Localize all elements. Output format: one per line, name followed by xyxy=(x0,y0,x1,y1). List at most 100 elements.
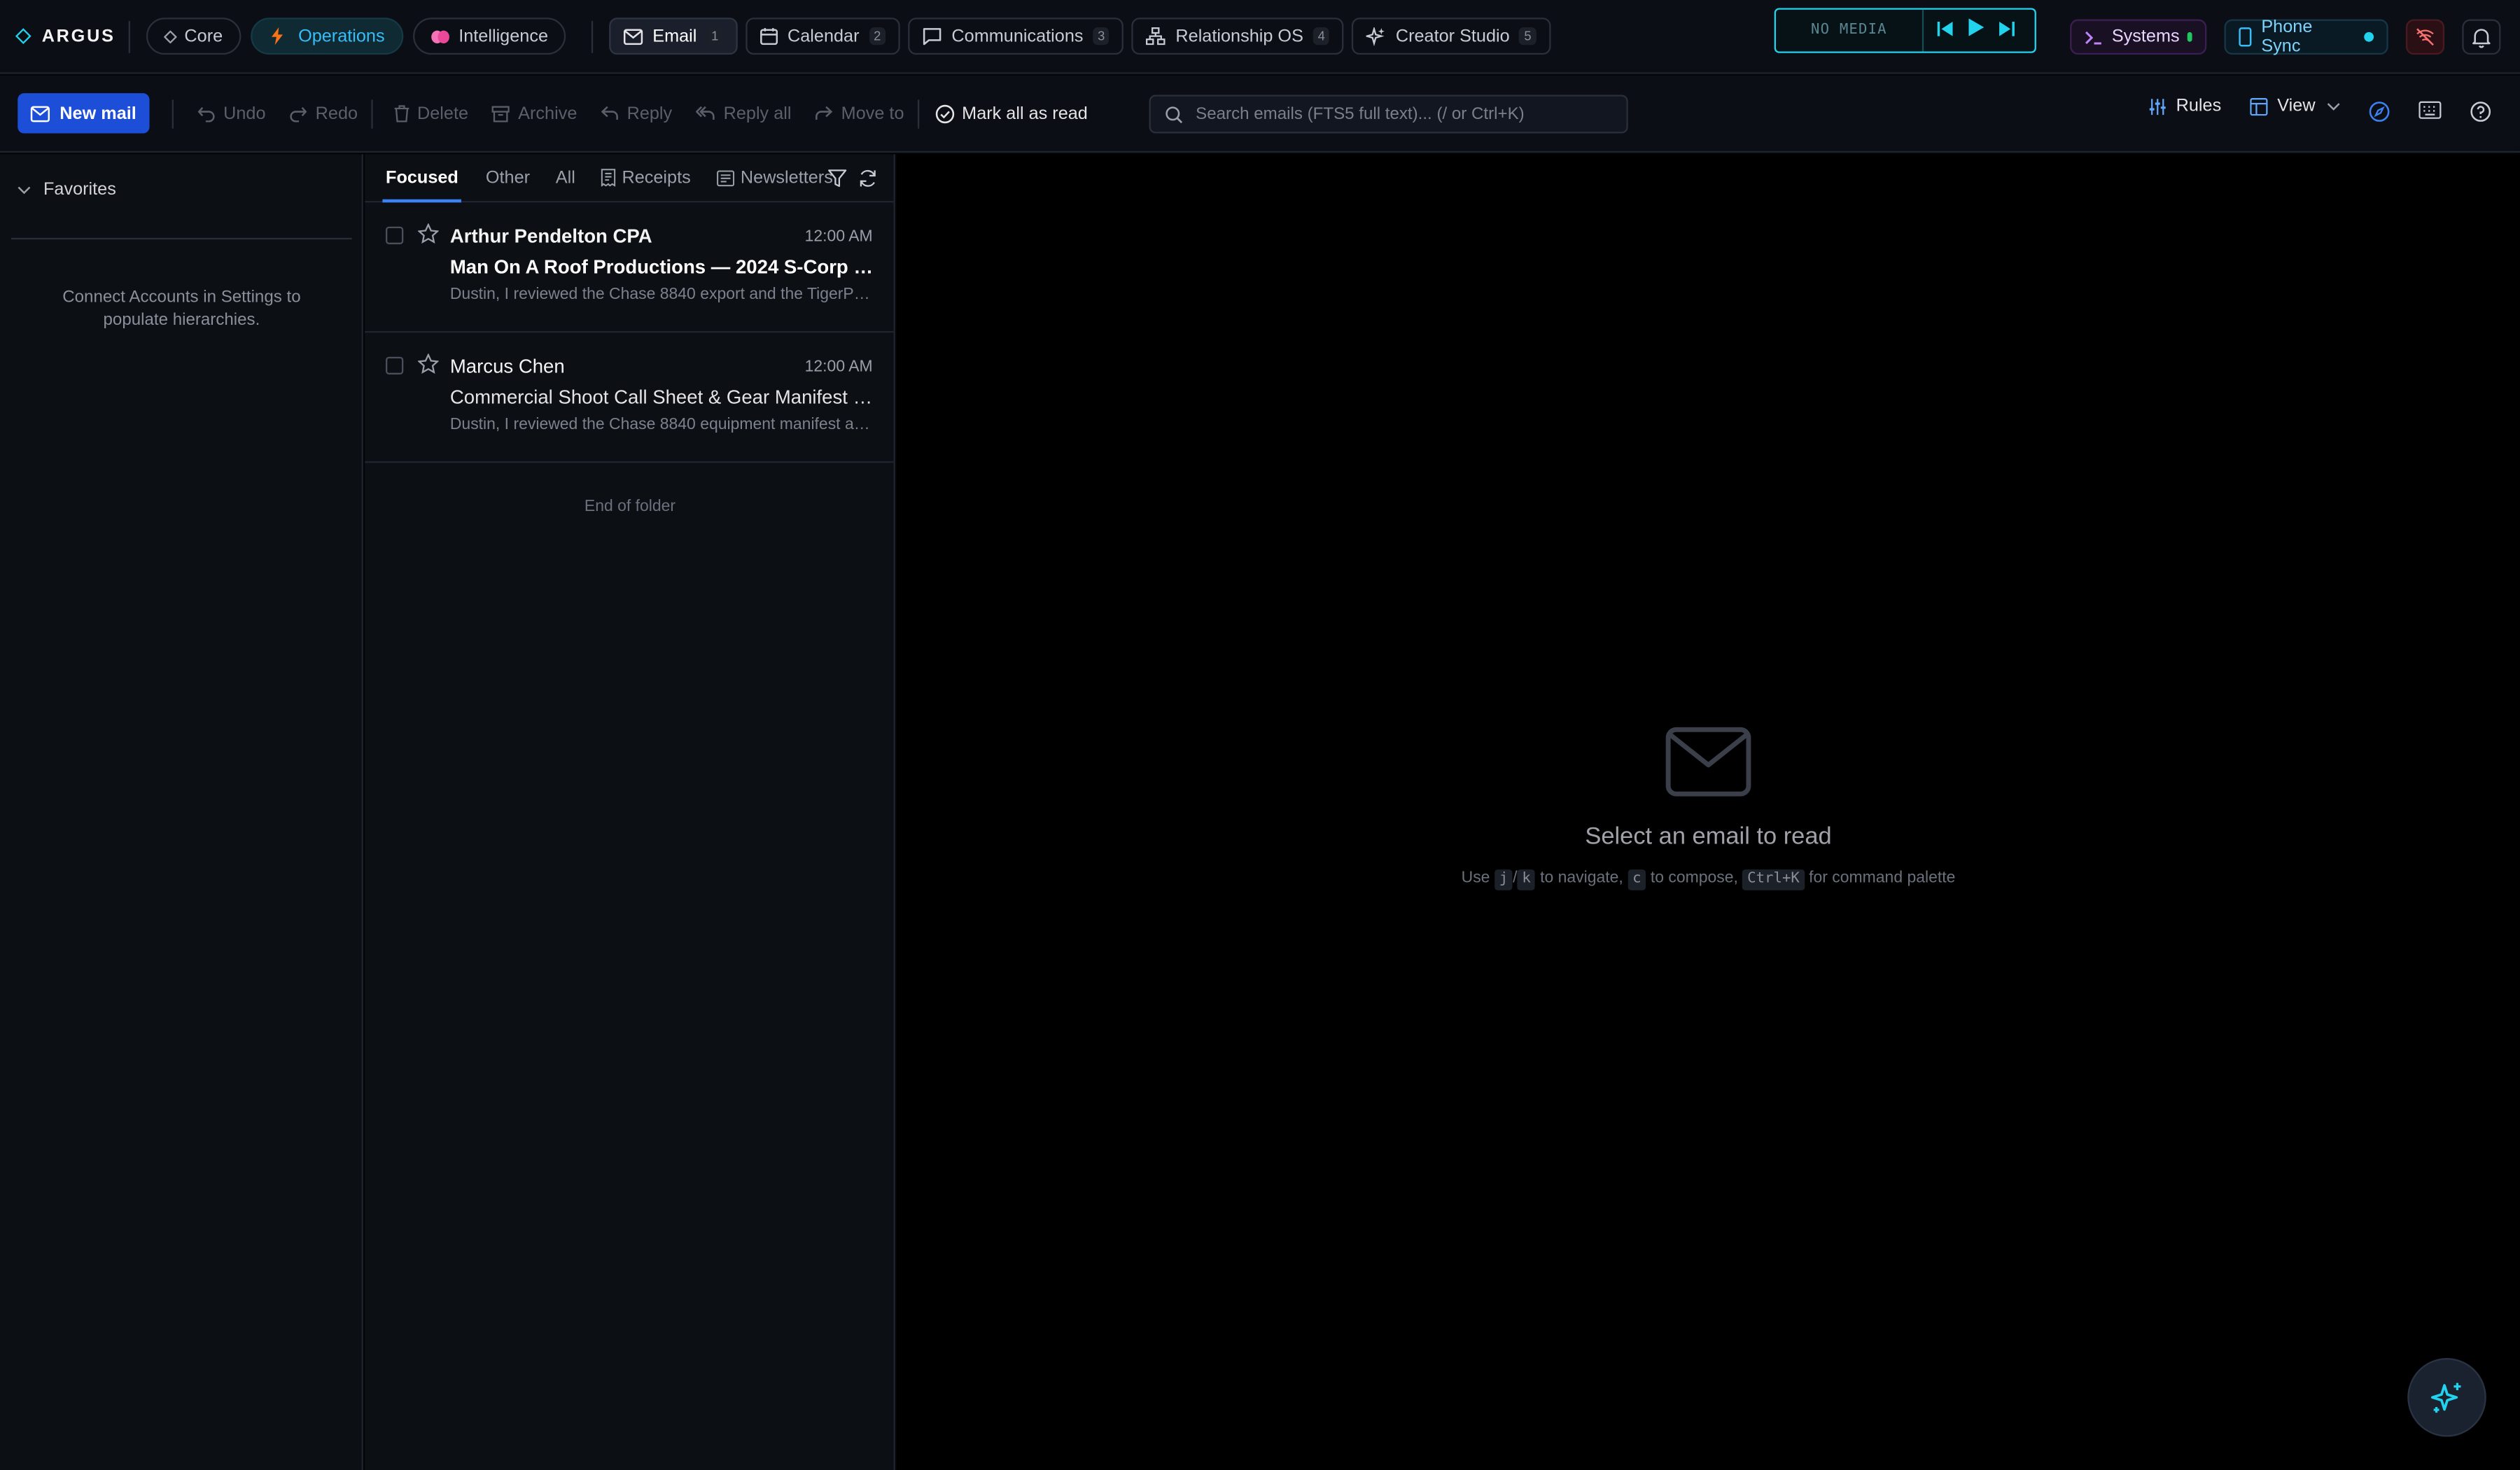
folder-sidebar: Favorites Connect Accounts in Settings t… xyxy=(0,154,363,1470)
camera-off-button[interactable] xyxy=(2405,19,2445,55)
end-of-folder-label: End of folder xyxy=(584,498,676,516)
app-root: ARGUS Core Operations Intelligence Email… xyxy=(0,0,2520,1470)
filter-funnel-icon[interactable] xyxy=(827,169,847,188)
email-time: 12:00 AM xyxy=(804,358,873,377)
divider xyxy=(11,237,352,240)
move-to-button[interactable]: Move to xyxy=(816,104,904,123)
undo-button[interactable]: Undo xyxy=(197,104,266,123)
email-row[interactable]: Arthur Pendelton CPA 12:00 AM Man On A R… xyxy=(365,202,894,333)
key-c: c xyxy=(1628,869,1646,890)
notifications-button[interactable] xyxy=(2462,19,2501,55)
search-bar[interactable]: Search emails (FTS5 full text)... (/ or … xyxy=(1149,94,1628,134)
move-to-label: Move to xyxy=(841,104,904,123)
undo-icon xyxy=(197,105,215,122)
filter-tabs: Focused Other All Receipts Newsletters xyxy=(365,153,894,203)
tab-shortcut: 3 xyxy=(1093,27,1110,46)
filter-focused[interactable]: Focused xyxy=(373,153,472,202)
camera-off-icon xyxy=(2416,27,2435,47)
calendar-icon xyxy=(760,27,778,46)
workspace-intelligence[interactable]: Intelligence xyxy=(413,18,566,55)
network-icon xyxy=(1147,27,1166,46)
workspace-label: Operations xyxy=(298,26,385,46)
hint-text: to compose, xyxy=(1650,869,1738,888)
compass-icon xyxy=(2369,102,2390,122)
compass-button[interactable] xyxy=(2369,102,2390,122)
tab-label: Calendar xyxy=(788,26,860,46)
previous-track-icon[interactable] xyxy=(1937,16,1954,45)
chevron-down-icon xyxy=(18,186,31,194)
filter-other[interactable]: Other xyxy=(473,153,543,202)
rules-button[interactable]: Rules xyxy=(2149,97,2221,115)
tab-calendar[interactable]: Calendar 2 xyxy=(746,18,900,55)
workspace-core[interactable]: Core xyxy=(146,18,241,55)
phone-sync-button[interactable]: Phone Sync xyxy=(2224,18,2388,57)
redo-button[interactable]: Redo xyxy=(290,104,358,123)
tab-communications[interactable]: Communications 3 xyxy=(908,18,1124,55)
app-logo[interactable]: ARGUS xyxy=(15,20,130,52)
archive-button[interactable]: Archive xyxy=(492,104,577,123)
keyboard-shortcuts-button[interactable] xyxy=(2418,101,2442,119)
help-button[interactable] xyxy=(2470,102,2491,122)
tab-relationship-os[interactable]: Relationship OS 4 xyxy=(1132,18,1345,55)
filter-newsletters[interactable]: Newsletters xyxy=(704,153,846,202)
diamond-icon xyxy=(163,29,176,43)
divider xyxy=(916,99,919,128)
email-preview: Dustin, I reviewed the Chase 8840 equipm… xyxy=(449,416,874,434)
sliders-icon xyxy=(2149,97,2166,115)
app-name: ARGUS xyxy=(41,26,115,46)
email-row[interactable]: Marcus Chen 12:00 AM Commercial Shoot Ca… xyxy=(365,332,894,463)
lightning-icon xyxy=(270,27,284,46)
tab-label: Creator Studio xyxy=(1395,26,1510,46)
delete-button[interactable]: Delete xyxy=(393,104,468,123)
mail-icon xyxy=(31,105,50,122)
email-time: 12:00 AM xyxy=(804,228,873,246)
new-mail-button[interactable]: New mail xyxy=(18,93,150,134)
sparkles-icon xyxy=(1366,26,1387,46)
reply-all-button[interactable]: Reply all xyxy=(696,104,792,123)
chevron-down-icon xyxy=(2326,102,2339,110)
favorites-section-toggle[interactable]: Favorites xyxy=(18,180,116,200)
divider xyxy=(172,99,174,128)
favorites-label: Favorites xyxy=(43,180,116,200)
sparkles-icon xyxy=(2429,1380,2465,1415)
envelope-icon xyxy=(897,727,2520,797)
reply-icon xyxy=(601,106,619,121)
star-icon[interactable] xyxy=(417,223,440,252)
play-icon[interactable] xyxy=(1967,16,1984,45)
media-player: NO MEDIA xyxy=(1774,8,2036,53)
systems-label: Systems xyxy=(2111,27,2180,47)
key-j: j xyxy=(1494,869,1513,890)
new-mail-label: New mail xyxy=(59,104,136,123)
star-icon[interactable] xyxy=(417,353,440,382)
view-button[interactable]: View xyxy=(2250,97,2339,115)
select-checkbox[interactable] xyxy=(386,226,404,244)
systems-button[interactable]: Systems xyxy=(2070,19,2207,55)
trash-icon xyxy=(393,104,410,122)
redo-icon xyxy=(290,105,308,122)
argus-logo-icon xyxy=(15,28,31,45)
reply-all-label: Reply all xyxy=(723,104,792,123)
newspaper-icon xyxy=(716,169,734,186)
tab-label: Communications xyxy=(951,26,1084,46)
tab-shortcut: 5 xyxy=(1519,27,1536,46)
ai-assistant-button[interactable] xyxy=(2407,1358,2486,1437)
keyboard-hint: Use j / k to navigate, c to compose, Ctrl+… xyxy=(897,869,2520,890)
reading-empty-title: Select an email to read xyxy=(1585,822,1832,850)
refresh-icon[interactable] xyxy=(858,169,878,188)
tab-creator-studio[interactable]: Creator Studio 5 xyxy=(1352,18,1551,55)
workspace-operations[interactable]: Operations xyxy=(250,18,405,55)
phone-sync-label: Phone Sync xyxy=(2261,18,2313,57)
undo-label: Undo xyxy=(223,104,266,123)
filter-receipts[interactable]: Receipts xyxy=(588,153,704,202)
select-checkbox[interactable] xyxy=(386,356,404,374)
next-track-icon[interactable] xyxy=(1998,16,2015,45)
phone-icon xyxy=(2239,27,2252,47)
reply-all-icon xyxy=(696,106,716,121)
hint-text: to navigate, xyxy=(1540,869,1623,888)
search-icon xyxy=(1166,105,1183,123)
mark-all-read-button[interactable]: Mark all as read xyxy=(934,104,1088,123)
filter-all[interactable]: All xyxy=(542,153,588,202)
tab-email[interactable]: Email 1 xyxy=(609,18,738,55)
reply-button[interactable]: Reply xyxy=(601,104,672,123)
workspace-label: Core xyxy=(184,26,223,46)
